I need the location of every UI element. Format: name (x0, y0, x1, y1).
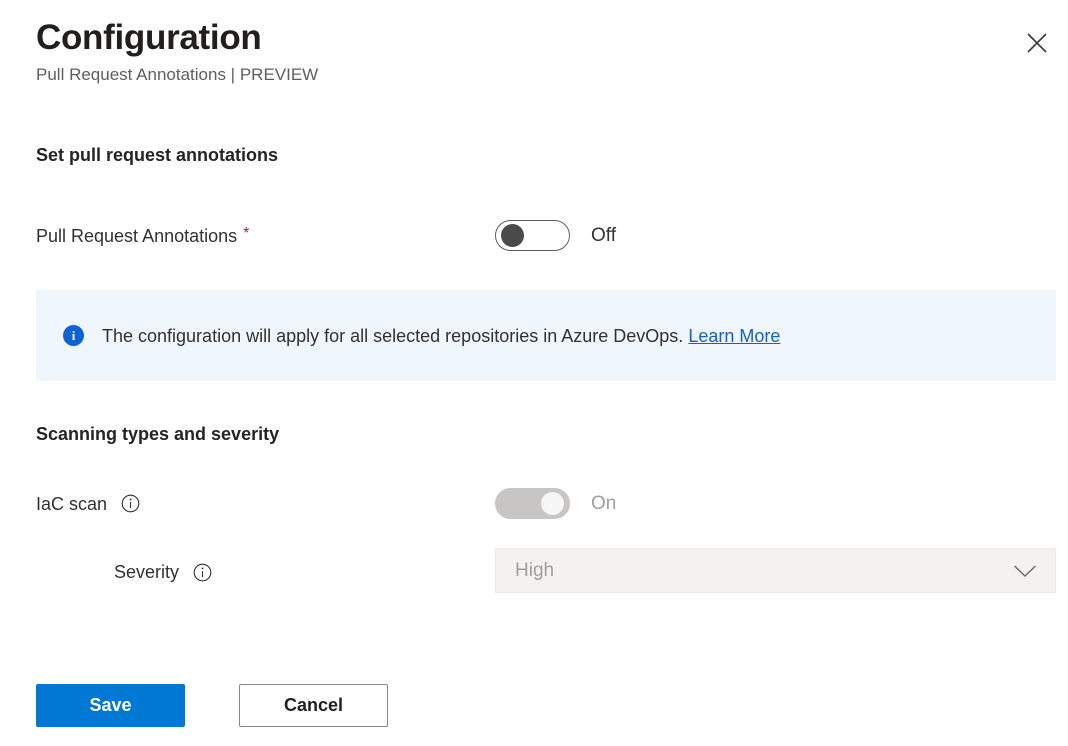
section-heading-scanning-types-and-severity: Scanning types and severity (36, 424, 280, 444)
pull-request-annotations-control: Off (495, 220, 616, 251)
close-icon (1026, 32, 1048, 54)
info-icon[interactable] (121, 494, 140, 513)
info-banner: i The configuration will apply for all s… (36, 290, 1056, 381)
toggle-knob (501, 224, 524, 247)
iac-scan-row: IaC scan On (36, 488, 1056, 519)
pull-request-annotations-row: Pull Request Annotations * Off (36, 220, 1056, 251)
severity-dropdown[interactable]: High (495, 548, 1056, 593)
footer-actions: Save Cancel (36, 684, 388, 727)
section-heading-set-pull-request-annotations: Set pull request annotations (36, 145, 279, 165)
page-title: Configuration (36, 18, 262, 57)
pull-request-annotations-toggle[interactable] (495, 220, 570, 251)
pull-request-annotations-label: Pull Request Annotations * (36, 224, 249, 248)
iac-scan-label-text: IaC scan (36, 493, 108, 514)
close-button[interactable] (1018, 24, 1056, 62)
learn-more-link[interactable]: Learn More (688, 326, 780, 346)
info-banner-text-wrap: The configuration will apply for all sel… (102, 324, 780, 348)
toggle-knob (541, 492, 564, 515)
iac-scan-toggle-state: On (591, 492, 617, 514)
pull-request-annotations-toggle-state: Off (591, 224, 616, 246)
info-banner-text: The configuration will apply for all sel… (102, 325, 684, 346)
chevron-down-icon (1013, 564, 1037, 578)
severity-label-text: Severity (114, 562, 180, 582)
severity-label: Severity (36, 560, 212, 584)
required-asterisk: * (243, 224, 250, 242)
page-subtitle: Pull Request Annotations | PREVIEW (36, 65, 319, 84)
iac-scan-control: On (495, 488, 616, 519)
info-icon: i (63, 325, 84, 346)
iac-scan-label: IaC scan (36, 492, 140, 516)
info-icon[interactable] (193, 563, 212, 582)
pull-request-annotations-label-text: Pull Request Annotations (36, 225, 238, 246)
save-button[interactable]: Save (36, 684, 185, 727)
page-header: Configuration Pull Request Annotations |… (36, 16, 1032, 87)
severity-dropdown-value: High (515, 559, 555, 581)
iac-scan-toggle (495, 488, 570, 519)
cancel-button[interactable]: Cancel (239, 684, 388, 727)
